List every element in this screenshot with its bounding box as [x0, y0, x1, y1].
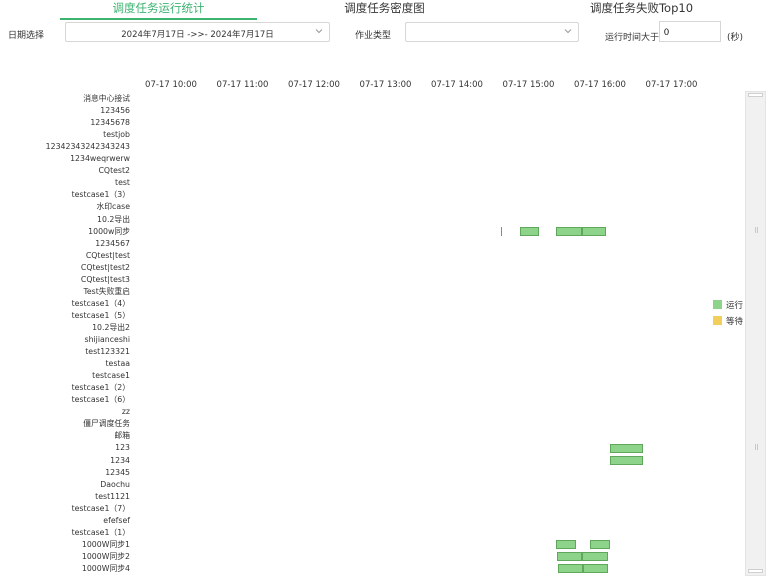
y-category-label: 123456 — [100, 106, 130, 116]
y-category-label: testcase1（2） — [71, 383, 130, 393]
y-category-label: efefsef — [103, 515, 130, 525]
x-tick-label: 07-17 10:00 — [145, 80, 197, 90]
date-label: 日期选择 — [8, 31, 45, 41]
gantt-bar[interactable] — [558, 564, 584, 574]
gantt-bar[interactable] — [582, 227, 606, 237]
x-tick-label: 07-17 15:00 — [502, 80, 555, 90]
y-category-label: testcase1（3） — [71, 190, 130, 200]
y-category-label: 12345 — [105, 467, 130, 477]
y-category-label: testcase1（4） — [71, 298, 130, 308]
date-range-value: 2024年7月17日 ->>- 2024年7月17日 — [121, 30, 274, 40]
y-category-label: testaa — [105, 359, 130, 369]
y-category-label: CQtest2 — [98, 166, 130, 176]
y-category-label: Daochu — [100, 479, 130, 489]
x-tick-label: 07-17 11:00 — [216, 80, 269, 90]
x-axis: 07-17 10:00 07-17 11:00 07-17 12:00 07-17 1… — [0, 80, 772, 92]
x-tick-label: 07-17 17:00 — [645, 80, 698, 90]
y-category-label: 1000W同步2 — [81, 551, 130, 561]
y-category-label: 10.2导出2 — [92, 322, 130, 332]
scrollbar-grip — [755, 227, 758, 233]
legend-swatch-waiting — [713, 316, 722, 325]
y-category-label: 邮箱 — [114, 431, 130, 441]
x-tick-label: 07-17 12:00 — [288, 80, 340, 90]
legend-label-waiting: 等待 — [726, 317, 744, 327]
y-category-label: 僵尸调度任务 — [83, 419, 130, 429]
y-category-label: test1121 — [95, 491, 130, 501]
x-tick-label: 07-17 16:00 — [574, 80, 626, 90]
vertical-scrollbar[interactable] — [745, 91, 766, 576]
scrollbar-handle-bottom[interactable] — [748, 569, 763, 573]
y-category-label: testjob — [103, 130, 130, 140]
y-category-label: testcase1 — [92, 371, 130, 381]
y-category-label: 1234weqrwerw — [70, 154, 130, 164]
y-category-label: 1000W同步1 — [81, 539, 130, 549]
gantt-bar[interactable] — [555, 540, 577, 550]
gantt-bar[interactable] — [520, 227, 540, 237]
runtime-label: 运行时间大于 — [605, 33, 660, 43]
gantt-bar[interactable] — [557, 552, 583, 562]
tab-failure-top10[interactable]: 调度任务失败Top10 — [543, 0, 740, 18]
job-type-label: 作业类型 — [355, 31, 392, 41]
legend-label-running: 运行 — [726, 301, 744, 311]
y-category-label: 12342343242343243 — [45, 142, 130, 152]
y-category-label: CQtest|test3 — [80, 274, 130, 284]
y-category-label: testcase1（1） — [71, 527, 130, 537]
y-category-label: 1234567 — [95, 238, 130, 248]
y-category-label: zz — [121, 407, 130, 417]
scrollbar-grip — [755, 444, 758, 450]
job-type-select[interactable] — [405, 22, 579, 42]
y-category-label: 1000w同步 — [88, 226, 130, 236]
x-tick-label: 07-17 14:00 — [431, 80, 483, 90]
y-category-label: shijianceshi — [84, 335, 130, 344]
gantt-bar[interactable] — [501, 227, 503, 237]
y-category-label: 1234 — [110, 455, 130, 465]
legend-swatch-running — [713, 300, 722, 309]
gantt-bar[interactable] — [609, 456, 643, 465]
gantt-bar[interactable] — [583, 564, 609, 574]
y-category-label: CQtest|test2 — [80, 262, 130, 272]
y-category-label: 1000W同步4 — [81, 563, 130, 573]
y-category-label: 10.2导出 — [97, 214, 130, 224]
runtime-input[interactable] — [659, 21, 721, 42]
tab-density[interactable]: 调度任务密度图 — [286, 0, 483, 18]
chevron-down-icon — [315, 29, 323, 34]
x-tick-label: 07-17 13:00 — [359, 80, 412, 90]
y-category-label: Test失败重启 — [83, 286, 130, 296]
y-category-label: 水印case — [96, 202, 130, 212]
runtime-unit: (秒) — [727, 33, 744, 43]
y-category-label: 12345678 — [90, 118, 130, 128]
tab-bar: 调度任务运行统计 调度任务密度图 调度任务失败Top10 — [0, 0, 772, 20]
scrollbar-handle-top[interactable] — [748, 93, 763, 97]
y-category-label: 消息中心接试 — [83, 94, 130, 103]
y-category-label: testcase1（7） — [71, 503, 130, 513]
gantt-bar[interactable] — [555, 227, 583, 237]
filter-bar: 日期选择 2024年7月17日 ->>- 2024年7月17日 作业类型 运行时… — [0, 20, 772, 46]
gantt-bar[interactable] — [590, 540, 610, 550]
y-category-label: testcase1（6） — [71, 395, 130, 405]
y-category-label: test123321 — [85, 347, 130, 357]
y-category-label: CQtest|test — [85, 250, 130, 260]
y-category-label: test — [115, 178, 130, 188]
y-category-label: 123 — [115, 443, 130, 453]
gantt-bar[interactable] — [609, 443, 643, 453]
date-range-picker[interactable]: 2024年7月17日 ->>- 2024年7月17日 — [65, 22, 330, 42]
gantt-bar[interactable] — [582, 552, 609, 562]
tab-run-stats[interactable]: 调度任务运行统计 — [60, 0, 257, 20]
chevron-down-icon — [564, 29, 572, 34]
y-category-label: testcase1（5） — [71, 310, 130, 320]
